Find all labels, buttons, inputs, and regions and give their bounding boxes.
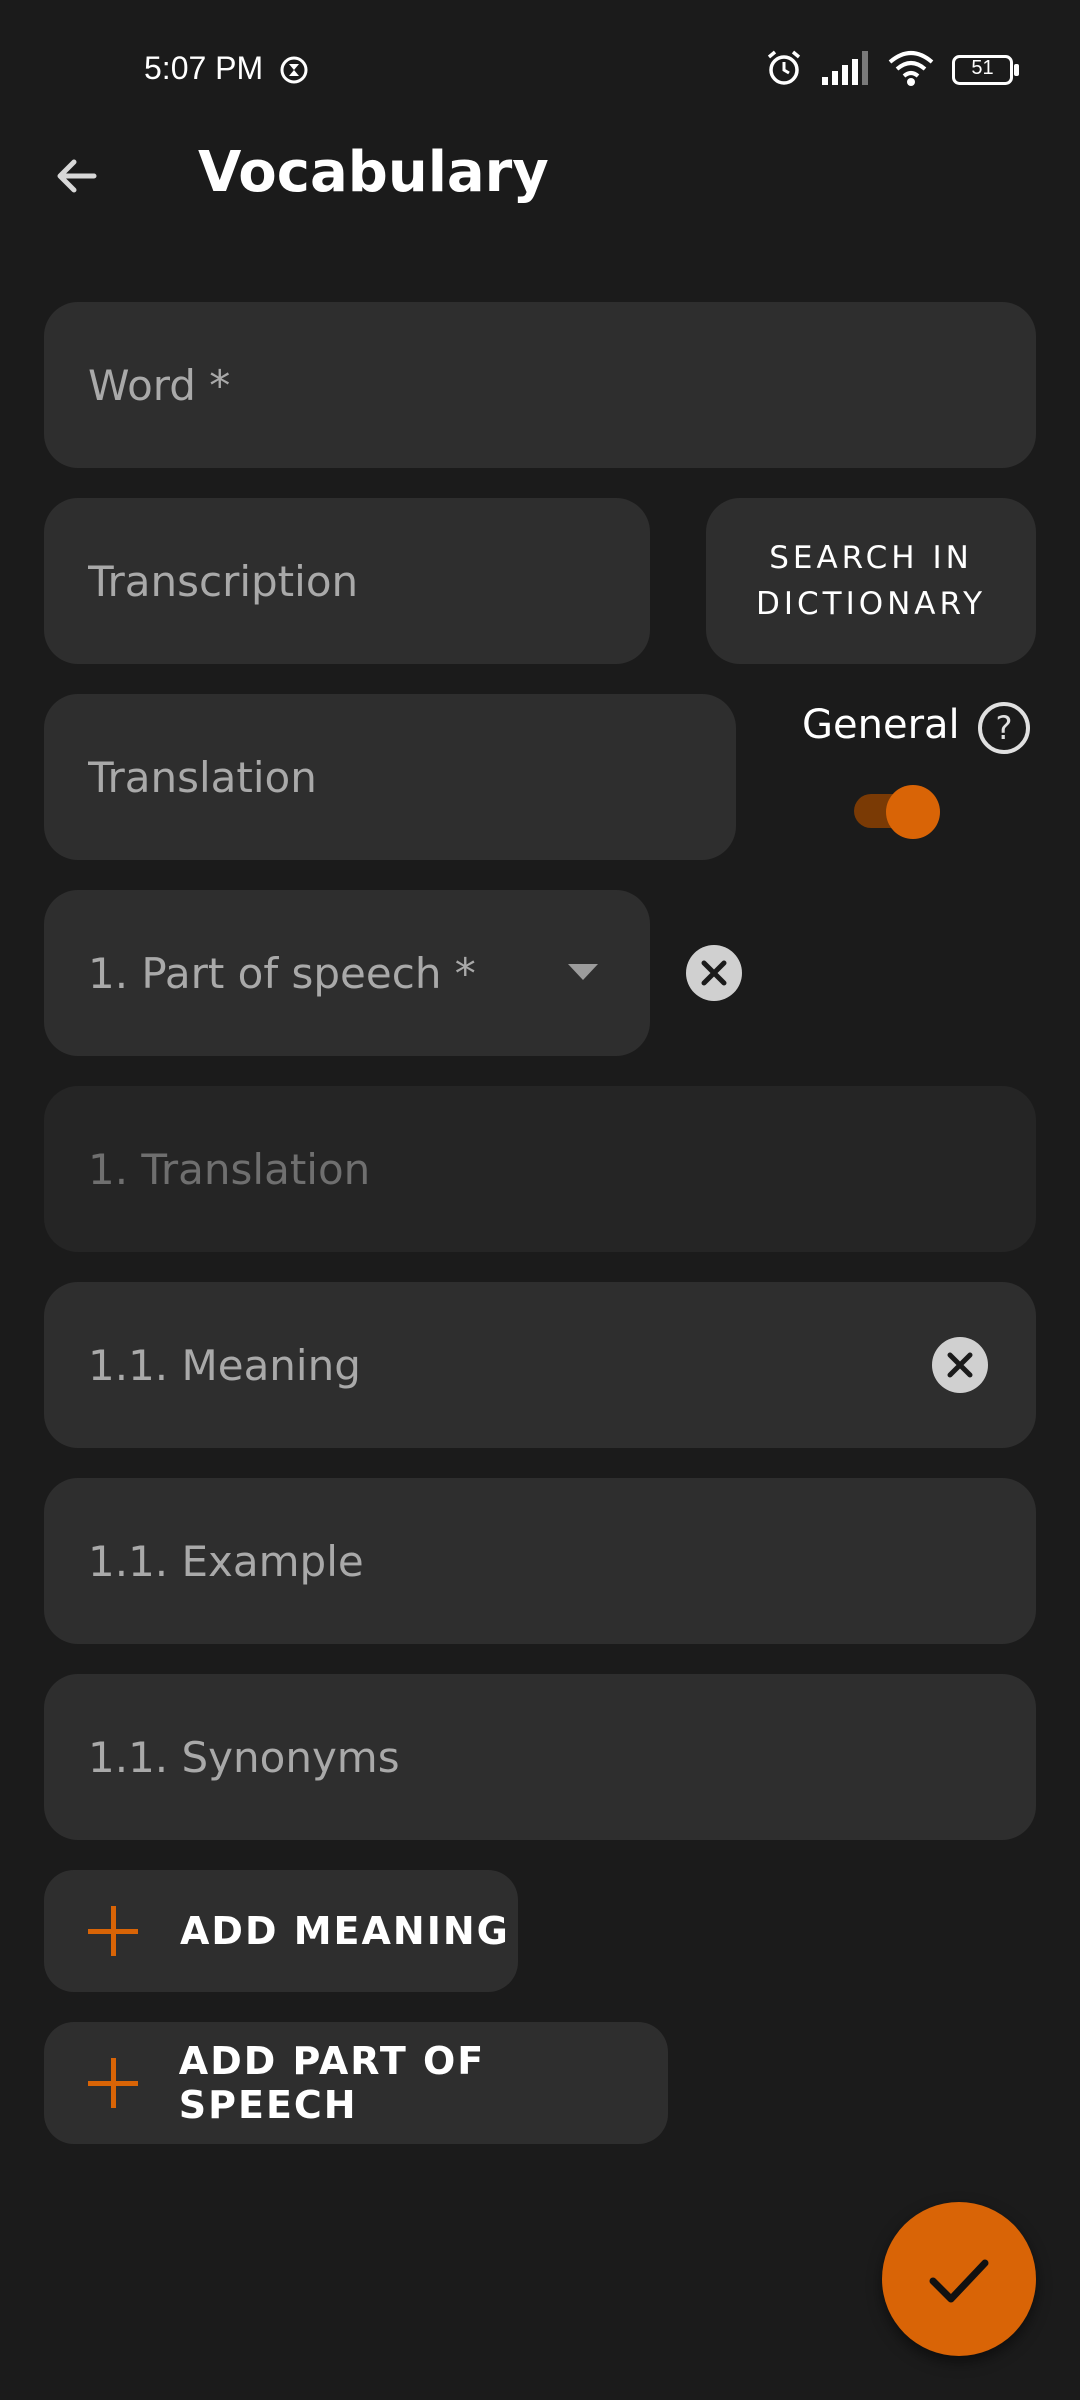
general-label: General bbox=[802, 702, 960, 748]
add-part-of-speech-label: ADD PART OF SPEECH bbox=[178, 2039, 486, 2127]
example-input[interactable] bbox=[88, 1478, 1036, 1644]
plus-icon bbox=[86, 1904, 140, 1958]
signal-icon bbox=[822, 51, 870, 89]
wifi-icon bbox=[888, 50, 934, 90]
page-title: Vocabulary bbox=[198, 140, 549, 205]
pos-translation-input[interactable] bbox=[88, 1086, 1036, 1252]
meaning-input[interactable] bbox=[88, 1282, 916, 1448]
add-meaning-button[interactable]: ADD MEANING bbox=[44, 1870, 518, 1992]
help-icon[interactable]: ? bbox=[976, 700, 1032, 756]
save-fab-button[interactable] bbox=[882, 2202, 1036, 2356]
remove-part-of-speech-button[interactable] bbox=[686, 945, 742, 1001]
search-in-dictionary-button[interactable]: SEARCH IN DICTIONARY bbox=[706, 498, 1036, 664]
status-time: 5:07 PM bbox=[144, 50, 264, 86]
part-of-speech-dropdown[interactable] bbox=[44, 890, 650, 1056]
dropdown-arrow-icon bbox=[568, 964, 598, 980]
add-meaning-label: ADD MEANING bbox=[180, 1909, 510, 1953]
word-input[interactable] bbox=[88, 302, 1036, 468]
status-icons: 51 bbox=[764, 50, 1020, 90]
check-icon bbox=[929, 2259, 989, 2303]
pos-translation-field[interactable] bbox=[44, 1086, 1036, 1252]
word-field[interactable] bbox=[44, 302, 1036, 468]
battery-level: 51 bbox=[971, 57, 994, 79]
general-toggle-thumb[interactable] bbox=[886, 785, 940, 839]
plus-icon bbox=[86, 2056, 139, 2110]
svg-text:?: ? bbox=[996, 709, 1013, 747]
part-of-speech-input[interactable] bbox=[88, 890, 650, 1056]
remove-meaning-button[interactable] bbox=[932, 1337, 988, 1393]
transcription-input[interactable] bbox=[88, 498, 650, 664]
example-field[interactable] bbox=[44, 1478, 1036, 1644]
synonyms-field[interactable] bbox=[44, 1674, 1036, 1840]
back-button[interactable] bbox=[46, 146, 106, 206]
add-part-of-speech-button[interactable]: ADD PART OF SPEECH bbox=[44, 2022, 668, 2144]
close-icon bbox=[947, 1352, 973, 1378]
arrow-back-icon bbox=[57, 159, 97, 193]
translation-field[interactable] bbox=[44, 694, 736, 860]
translation-input[interactable] bbox=[88, 694, 736, 860]
transcription-field[interactable] bbox=[44, 498, 650, 664]
alarm-icon bbox=[764, 48, 804, 92]
synonyms-input[interactable] bbox=[88, 1674, 1036, 1840]
close-icon bbox=[701, 960, 727, 986]
battery-icon: 51 bbox=[952, 55, 1020, 85]
meaning-field[interactable] bbox=[44, 1282, 1036, 1448]
timer-icon bbox=[278, 54, 310, 86]
